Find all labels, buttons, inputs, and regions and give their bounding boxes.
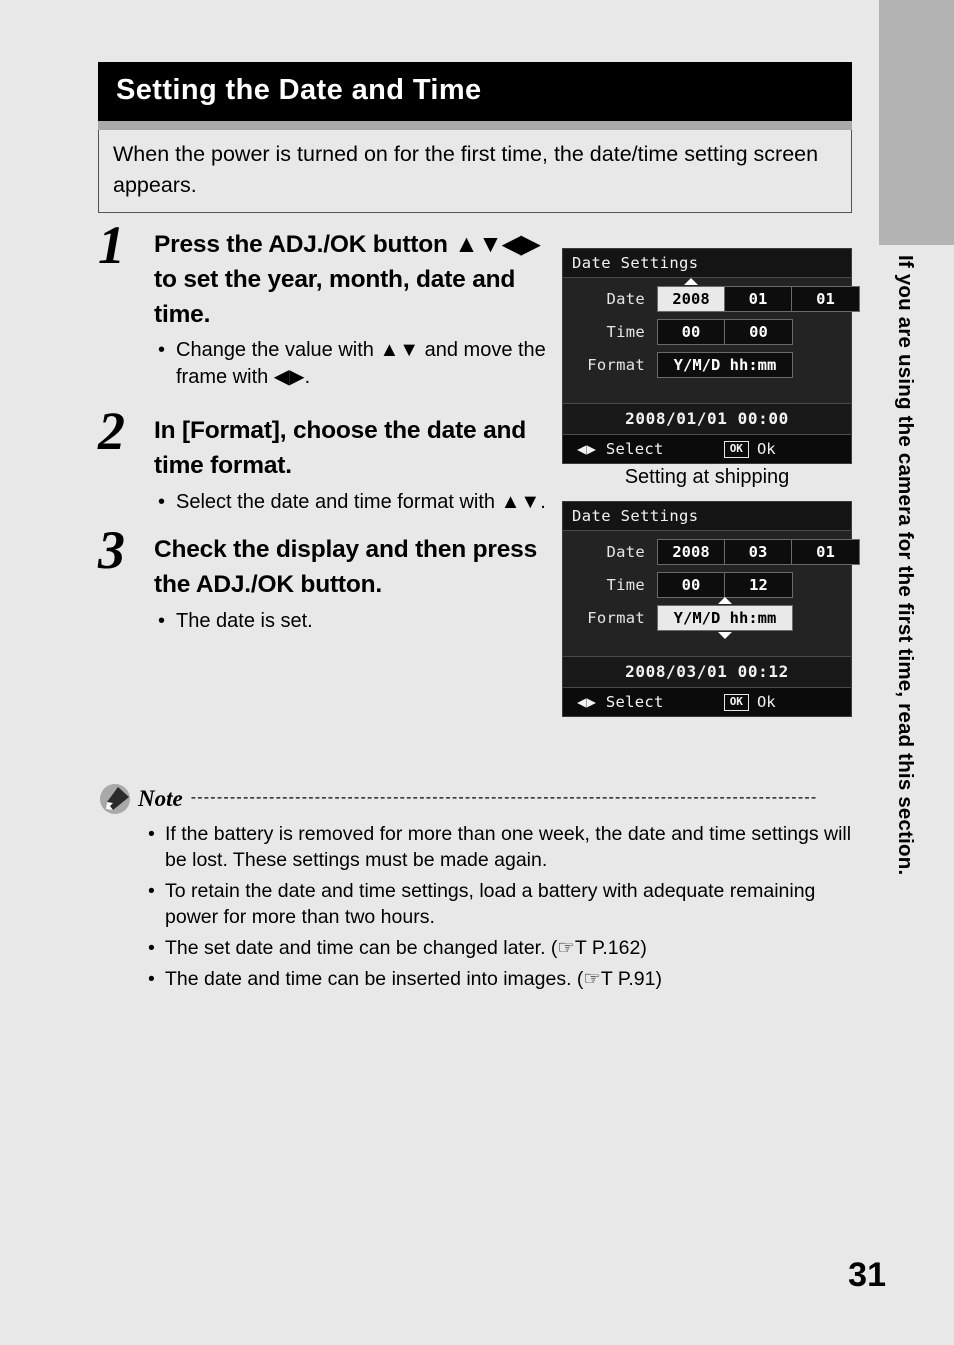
camera-footer-bar: ◀▶ Select OK Ok: [563, 435, 851, 463]
bullet-text: Select the date and time format with ▲▼.: [176, 490, 546, 513]
step-3-bullets: • The date is set.: [154, 608, 553, 634]
time-minute-field[interactable]: 12: [725, 573, 792, 597]
note-dash-rule: ----------------------------------------…: [190, 792, 818, 806]
date-day-field[interactable]: 01: [792, 540, 859, 564]
step-2: 2 In [Format], choose the date and time …: [98, 404, 553, 515]
bullet-dot: •: [158, 609, 166, 632]
ok-key-icon: OK: [723, 440, 749, 458]
camera-screen-body: Date 2008 01 01 Time 00 00 Format Y/M/D …: [563, 278, 860, 403]
camera-row-time: Time 00 00: [563, 317, 851, 347]
list-item: • Select the date and time format with ▲…: [154, 489, 553, 515]
chapter-side-label: If you are using the camera for the firs…: [894, 255, 917, 876]
camera-row-format: Format Y/M/D hh:mm: [563, 350, 851, 380]
note-label: Note: [138, 786, 183, 811]
chevron-up-icon: [684, 278, 698, 285]
camera-field-group: 00 00: [657, 319, 793, 345]
date-month-field[interactable]: 03: [725, 540, 792, 564]
bullet-dot: •: [158, 490, 166, 513]
format-value: Y/M/D hh:mm: [673, 609, 777, 627]
camera-row-label: Format: [587, 609, 645, 627]
format-field[interactable]: Y/M/D hh:mm: [658, 597, 792, 639]
camera-screen-caption: Setting at shipping: [624, 466, 790, 488]
bullet-text: The date is set.: [176, 609, 313, 632]
camera-screen-date-settings-format: Date Settings Date 2008 03 01 Time 00 12…: [562, 501, 860, 717]
camera-ok-hint: Ok: [756, 693, 776, 711]
intro-callout: When the power is turned on for the firs…: [98, 130, 852, 214]
chapter-thumb-tab: [879, 0, 954, 245]
page-number: 31: [848, 1256, 886, 1294]
camera-select-hint: ◀▶ Select: [577, 440, 664, 458]
step-1-title: Press the ADJ./OK button ▲▼◀▶ to set the…: [154, 231, 540, 328]
camera-footer-bar: ◀▶ Select OK Ok: [563, 688, 851, 716]
camera-datetime-preview: 2008/01/01 00:00: [563, 403, 851, 435]
step-2-title: In [Format], choose the date and time fo…: [154, 417, 527, 479]
chevron-down-icon: [718, 632, 732, 639]
camera-screen-title: Date Settings: [563, 502, 851, 531]
list-item: • If the battery is removed for more tha…: [148, 822, 852, 874]
camera-row-label: Format: [587, 356, 645, 374]
camera-row-label: Date: [606, 290, 645, 308]
list-item: • The date and time can be inserted into…: [148, 967, 852, 993]
camera-row-format: Format Y/M/D hh:mm: [563, 597, 851, 639]
bullet-dot: •: [148, 936, 155, 959]
step-1: 1 Press the ADJ./OK button ▲▼◀▶ to set t…: [98, 218, 553, 390]
chevron-up-icon: [718, 597, 732, 604]
camera-row-date: Date 2008 03 01: [563, 537, 860, 567]
note-item-text: To retain the date and time settings, lo…: [165, 879, 816, 928]
list-item: • The date is set.: [154, 608, 553, 634]
note-header: Note -----------------------------------…: [98, 782, 852, 816]
camera-screen-body: Date 2008 03 01 Time 00 12 Format Y/M/D …: [563, 531, 860, 656]
list-item: • Change the value with ▲▼ and move the …: [154, 337, 553, 390]
note-items: • If the battery is removed for more tha…: [148, 822, 852, 993]
date-year-field[interactable]: 2008: [658, 278, 725, 311]
date-month-field[interactable]: 01: [725, 287, 792, 311]
camera-field-group: 2008 01 01: [657, 278, 860, 312]
list-item: • The set date and time can be changed l…: [148, 936, 852, 962]
bullet-dot: •: [158, 339, 166, 362]
bullet-dot: •: [148, 967, 155, 990]
camera-select-hint: ◀▶ Select: [577, 693, 664, 711]
page-title: Setting the Date and Time: [98, 62, 852, 121]
camera-field-group: 2008 03 01: [657, 539, 860, 565]
time-hour-field[interactable]: 00: [658, 573, 725, 597]
note-item-text: If the battery is removed for more than …: [165, 823, 852, 871]
note-item-text: The date and time can be inserted into i…: [165, 967, 662, 990]
date-year-value: 2008: [672, 290, 710, 308]
step-3-number: 3: [98, 520, 125, 581]
time-hour-field[interactable]: 00: [658, 320, 725, 344]
page-content: Setting the Date and Time When the power…: [98, 62, 852, 214]
step-2-number: 2: [98, 401, 125, 462]
header-rule-divider: [98, 121, 852, 130]
bullet-dot: •: [148, 879, 155, 902]
camera-row-label: Date: [606, 543, 645, 561]
step-2-bullets: • Select the date and time format with ▲…: [154, 489, 553, 515]
camera-row-label: Time: [606, 576, 645, 594]
note-block: Note -----------------------------------…: [98, 782, 852, 998]
camera-field-group: Y/M/D hh:mm: [657, 597, 793, 639]
camera-row-label: Time: [606, 323, 645, 341]
date-day-field[interactable]: 01: [792, 287, 859, 311]
list-item: • To retain the date and time settings, …: [148, 879, 852, 931]
camera-field-group: Y/M/D hh:mm: [657, 352, 793, 378]
format-field[interactable]: Y/M/D hh:mm: [658, 353, 792, 377]
ok-key-icon: OK: [723, 693, 749, 711]
camera-field-group: 00 12: [657, 572, 793, 598]
steps-list: 1 Press the ADJ./OK button ▲▼◀▶ to set t…: [98, 218, 553, 636]
bullet-dot: •: [148, 823, 155, 845]
note-item-text: The set date and time can be changed lat…: [165, 936, 647, 959]
camera-datetime-preview: 2008/03/01 00:12: [563, 656, 851, 688]
camera-ok-hint: Ok: [756, 440, 776, 458]
pencil-note-icon: [98, 782, 132, 816]
date-year-field[interactable]: 2008: [658, 540, 725, 564]
camera-row-time: Time 00 12: [563, 570, 851, 600]
step-1-number: 1: [98, 215, 125, 275]
camera-screen-title: Date Settings: [563, 249, 851, 278]
camera-row-date: Date 2008 01 01: [563, 278, 860, 314]
step-3-title: Check the display and then press the ADJ…: [154, 536, 537, 598]
camera-screen-date-settings-default: Date Settings Date 2008 01 01 Time 00 00…: [562, 248, 860, 464]
time-minute-field[interactable]: 00: [725, 320, 792, 344]
bullet-text: Change the value with ▲▼ and move the fr…: [176, 339, 546, 388]
step-1-bullets: • Change the value with ▲▼ and move the …: [154, 337, 553, 390]
step-3: 3 Check the display and then press the A…: [98, 523, 553, 634]
